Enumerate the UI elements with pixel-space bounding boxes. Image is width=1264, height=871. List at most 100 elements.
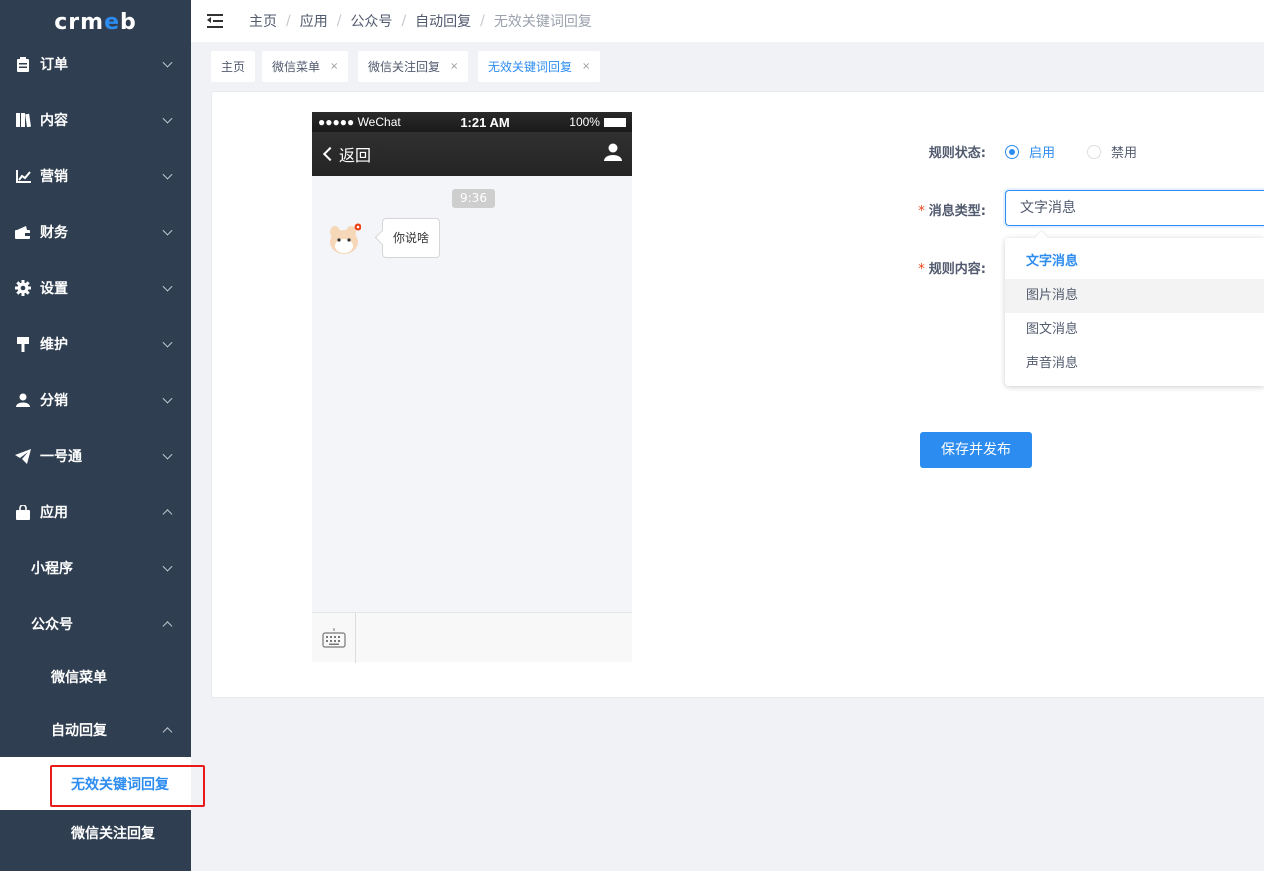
breadcrumb-separator: / — [286, 13, 291, 29]
avatar — [327, 222, 362, 256]
chevron-left-icon — [322, 146, 338, 162]
sidebar-item-settings[interactable]: 设置 — [0, 260, 191, 316]
breadcrumb-separator: / — [401, 13, 407, 29]
breadcrumb-current: 无效关键词回复 — [493, 14, 592, 30]
sidebar-item-label: 财务 — [40, 225, 68, 241]
required-mark: * — [918, 262, 925, 277]
chevron-down-icon — [162, 561, 173, 572]
sidebar-item-auto-reply[interactable]: 自动回复 — [0, 703, 191, 756]
sidebar-item-label: 公众号 — [31, 617, 73, 633]
required-mark: * — [918, 204, 925, 219]
close-icon[interactable]: × — [450, 61, 458, 72]
sidebar-item-distribution[interactable]: 分销 — [0, 372, 191, 428]
sidebar-item-content[interactable]: 内容 — [0, 92, 191, 148]
status-label: 规则状态: — [928, 146, 986, 161]
phone-time: 1:21 AM — [460, 114, 510, 130]
option-text-message[interactable]: 文字消息 — [1005, 245, 1264, 279]
sidebar-item-mini-program[interactable]: 小程序 — [0, 540, 191, 596]
close-icon[interactable]: × — [582, 61, 590, 72]
breadcrumb-auto-reply[interactable]: 自动回复 — [415, 11, 471, 31]
save-publish-button[interactable]: 保存并发布 — [920, 432, 1032, 468]
sidebar-item-label: 小程序 — [31, 561, 73, 577]
sidebar-item-apps[interactable]: 应用 — [0, 484, 191, 540]
breadcrumb-separator: / — [480, 13, 485, 29]
phone-nav-bar: 返回 — [312, 132, 632, 176]
phone-preview: ●●●●● WeChat 1:21 AM 100% 返回 9:36 你说啥 — [312, 112, 632, 663]
sidebar-item-label: 订单 — [40, 57, 68, 73]
chart-line-icon — [15, 168, 31, 184]
wallet-icon — [15, 224, 31, 240]
user-icon — [604, 143, 622, 166]
sidebar-item-wechat-menu[interactable]: 微信菜单 — [0, 650, 191, 703]
chat-bubble: 你说啥 — [382, 218, 441, 258]
tab-follow-reply[interactable]: 微信关注回复 × — [358, 51, 469, 82]
type-label: * 消息类型: — [918, 204, 986, 219]
sidebar-item-label: 应用 — [40, 505, 68, 521]
chevron-up-icon — [162, 726, 173, 737]
sidebar-item-orders[interactable]: 订单 — [0, 36, 191, 92]
user-icon — [15, 392, 31, 408]
chevron-down-icon — [162, 393, 173, 404]
status-enabled-radio[interactable]: 启用 — [1005, 142, 1055, 161]
sidebar-item-marketing[interactable]: 营销 — [0, 148, 191, 204]
clipboard-icon — [15, 56, 31, 72]
chevron-down-icon — [162, 337, 173, 348]
sidebar-item-label: 微信菜单 — [51, 669, 107, 686]
message-type-select[interactable]: 文字消息 — [1005, 190, 1264, 226]
option-news-message[interactable]: 图文消息 — [1005, 313, 1264, 347]
breadcrumb: 主页 / 应用 / 公众号 / 自动回复 / 无效关键词回复 — [249, 11, 592, 31]
highlight-annotation — [50, 765, 205, 807]
battery-icon — [603, 118, 626, 128]
radio-unchecked-icon — [1087, 144, 1101, 159]
tab-invalid-keyword-reply[interactable]: 无效关键词回复 × — [478, 51, 601, 82]
sidebar-item-one-account[interactable]: 一号通 — [0, 428, 191, 484]
breadcrumb-separator: / — [336, 13, 342, 29]
chevron-down-icon — [162, 281, 173, 292]
chevron-down-icon — [162, 57, 173, 68]
sidebar-item-label: 维护 — [40, 337, 68, 353]
tab-label: 微信关注回复 — [368, 60, 441, 74]
book-icon — [15, 112, 31, 128]
tab-bar: 主页 微信菜单 × 微信关注回复 × 无效关键词回复 × — [191, 42, 1264, 91]
phone-status-bar: ●●●●● WeChat 1:21 AM 100% — [312, 112, 632, 132]
content-label: * 规则内容: — [918, 262, 986, 277]
sidebar: crmeb 订单 内容 营销 财务 设置 维护 分销 一号通 应用 小程序 公众… — [0, 0, 191, 871]
sidebar-item-follow-reply[interactable]: 微信关注回复 — [0, 806, 191, 859]
tab-wechat-menu[interactable]: 微信菜单 × — [262, 51, 349, 82]
sidebar-item-label: 内容 — [40, 113, 68, 129]
sidebar-item-official-account[interactable]: 公众号 — [0, 596, 191, 652]
radio-checked-icon — [1005, 144, 1019, 159]
sidebar-item-finance[interactable]: 财务 — [0, 204, 191, 260]
shopping-bag-icon — [15, 504, 31, 520]
tab-label: 主页 — [221, 60, 246, 74]
tab-home[interactable]: 主页 — [211, 51, 256, 82]
option-image-message[interactable]: 图片消息 — [1005, 279, 1264, 313]
tab-label: 无效关键词回复 — [488, 60, 573, 74]
phone-input-bar — [312, 612, 632, 663]
chevron-down-icon — [162, 449, 173, 460]
sidebar-item-label: 设置 — [40, 281, 68, 297]
menu-toggle-icon[interactable] — [207, 14, 225, 28]
chat-timestamp: 9:36 — [452, 189, 495, 208]
paper-plane-icon — [15, 448, 31, 464]
message-type-dropdown: 文字消息 图片消息 图文消息 声音消息 — [1005, 238, 1264, 386]
chevron-down-icon — [162, 113, 173, 124]
status-disabled-radio[interactable]: 禁用 — [1087, 142, 1137, 161]
sidebar-item-maintenance[interactable]: 维护 — [0, 316, 191, 372]
chevron-down-icon — [162, 225, 173, 236]
brush-icon — [15, 336, 31, 352]
keyboard-icon — [312, 613, 356, 663]
breadcrumb-official-account[interactable]: 公众号 — [350, 11, 392, 31]
carrier-label: ●●●●● WeChat — [318, 115, 401, 129]
header: 主页 / 应用 / 公众号 / 自动回复 / 无效关键词回复 — [191, 0, 1264, 42]
sidebar-item-label: 自动回复 — [51, 722, 107, 739]
gear-icon — [15, 280, 31, 296]
breadcrumb-apps[interactable]: 应用 — [300, 11, 328, 31]
tab-label: 微信菜单 — [272, 60, 321, 74]
sidebar-item-label: 微信关注回复 — [71, 825, 155, 842]
breadcrumb-home[interactable]: 主页 — [249, 11, 277, 31]
phone-back: 返回 — [322, 142, 371, 166]
chevron-down-icon — [162, 169, 173, 180]
option-voice-message[interactable]: 声音消息 — [1005, 347, 1264, 381]
close-icon[interactable]: × — [330, 61, 338, 72]
